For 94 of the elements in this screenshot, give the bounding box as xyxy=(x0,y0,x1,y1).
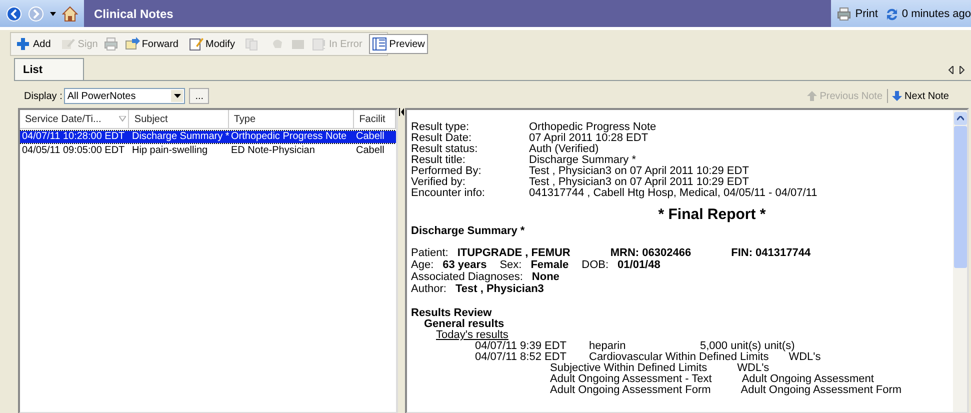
field-value: Female xyxy=(530,260,569,272)
home-icon[interactable] xyxy=(62,6,78,22)
field-value: Test , Physician3 on 07 April 2011 10:29 EDT xyxy=(529,166,749,177)
field-label: Result type: xyxy=(411,122,470,133)
section-heading: General results xyxy=(424,319,506,330)
field-label: Sex: xyxy=(500,260,522,272)
toolbar-button[interactable]: Preview xyxy=(369,34,428,54)
column-header[interactable]: Service Date/Ti... xyxy=(20,110,130,128)
field-label: Result Date: xyxy=(411,133,473,144)
sort-icon xyxy=(119,116,126,122)
envelope-arrow-icon xyxy=(124,37,140,51)
result-name: Subjective Within Defined Limits xyxy=(550,363,708,374)
scrollbar-thumb[interactable] xyxy=(954,126,966,268)
table-cell-text: Cabell xyxy=(355,145,386,157)
result-value: 5,000 unit(s) unit(s) xyxy=(700,341,795,352)
field-value: 63 years xyxy=(442,260,487,272)
field-label: Verified by: xyxy=(411,177,466,188)
report-title: * Final Report * xyxy=(657,207,767,223)
pen-icon xyxy=(60,37,76,51)
field-label: Age: xyxy=(411,260,434,272)
field-value: Orthopedic Progress Note xyxy=(529,122,656,133)
caret-icon xyxy=(956,116,964,121)
table-cell-text: 04/07/11 10:28:00 EDT xyxy=(21,131,126,143)
column-header[interactable]: Type xyxy=(228,110,354,128)
field-label: Patient: xyxy=(411,248,448,260)
result-value: WDL's xyxy=(788,352,821,363)
result-name: heparin xyxy=(589,341,627,352)
display-label: Display : xyxy=(24,90,62,102)
field-value: Discharge Summary * xyxy=(529,155,636,166)
panel-icon xyxy=(290,37,306,51)
printer-icon xyxy=(104,37,119,51)
table-cell-text: Cabell xyxy=(355,131,386,143)
table-row[interactable]: 04/07/11 10:28:00 EDT Discharge Summary * Orthopedic Progress Note Cabell xyxy=(20,131,396,143)
scroll-right-icon[interactable] xyxy=(959,66,965,74)
field-label: Performed By: xyxy=(411,166,482,177)
caret-icon xyxy=(174,94,181,98)
result-value: Adult Ongoing Assessment xyxy=(742,374,874,385)
columns-icon xyxy=(372,37,388,51)
scroll-up-button[interactable] xyxy=(954,112,966,125)
field-label: Result status: xyxy=(411,144,479,155)
next-note-button[interactable]: Next Note xyxy=(892,90,949,102)
window-title: Clinical Notes xyxy=(94,6,174,20)
dropdown-caret-icon[interactable] xyxy=(50,12,56,16)
field-label: Author: xyxy=(411,284,446,296)
column-header[interactable]: Facilit xyxy=(354,110,396,128)
field-value: Test , Physician3 on 07 April 2011 10:29 EDT xyxy=(529,177,749,188)
table-cell-text: Discharge Summary * xyxy=(131,131,229,143)
printer-icon xyxy=(837,6,852,20)
field-label: Result title: xyxy=(411,155,466,166)
field-value: 01/01/48 xyxy=(618,260,660,272)
column-header[interactable]: Subject xyxy=(129,110,229,128)
result-value: Adult Ongoing Assessment Form xyxy=(740,385,902,396)
result-name: Adult Ongoing Assessment Form xyxy=(550,385,711,396)
field-value: 07 April 2011 10:28 EDT xyxy=(529,133,648,144)
print-button[interactable]: Print xyxy=(837,6,878,20)
tab[interactable]: List xyxy=(14,58,84,80)
down-arrow-icon xyxy=(892,91,902,101)
result-name: Cardiovascular Within Defined Limits xyxy=(589,352,769,363)
field-label: Associated Diagnoses: xyxy=(411,272,523,284)
table-cell-text: Hip pain-swelling xyxy=(131,145,209,157)
table-cell-text: ED Note-Physician xyxy=(230,145,316,157)
field-value: ITUPGRADE , FEMUR xyxy=(457,248,570,260)
toolbar-button[interactable]: Forward xyxy=(122,34,182,54)
field-value: Test , Physician3 xyxy=(455,284,544,296)
field-value: Auth (Verified) xyxy=(529,144,599,155)
toolbar-button[interactable]: Add xyxy=(13,34,54,54)
results-link[interactable]: Today's results xyxy=(436,330,508,341)
field-value: None xyxy=(532,272,560,284)
result-date: 04/07/11 8:52 EDT xyxy=(475,352,568,363)
pages-icon xyxy=(244,37,260,51)
field-value: MRN: 06302466 xyxy=(610,248,692,260)
collapse-icon[interactable] xyxy=(398,108,404,116)
table-cell-text: 04/05/11 09:05:00 EDT xyxy=(21,145,126,157)
toolbar-button[interactable]: Modify xyxy=(186,34,238,54)
table-cell-text: Orthopedic Progress Note xyxy=(230,131,348,143)
up-arrow-icon xyxy=(806,91,817,101)
field-value: FIN: 041317744 xyxy=(731,248,811,260)
result-value: WDL's xyxy=(737,363,770,374)
field-value: 041317744 , Cabell Htg Hosp, Medical, 04/05/11 - 04/07/11 xyxy=(529,188,818,199)
more-button[interactable]: ... xyxy=(189,88,210,104)
result-date: 04/07/11 9:39 EDT xyxy=(475,341,568,352)
section-heading: Results Review xyxy=(411,308,493,319)
field-label: DOB: xyxy=(582,260,609,272)
display-dropdown[interactable]: All PowerNotes xyxy=(64,88,186,104)
result-name: Adult Ongoing Assessment - Text xyxy=(550,374,712,385)
document-pencil-icon xyxy=(188,37,204,51)
refresh-button[interactable]: 0 minutes ago xyxy=(884,6,971,20)
table-row[interactable]: 04/05/11 09:05:00 EDT Hip pain-swelling ED Note-Physician Cabell xyxy=(20,145,396,157)
field-label: Encounter info: xyxy=(411,188,486,199)
scroll-left-icon[interactable] xyxy=(948,66,954,74)
back-icon[interactable] xyxy=(6,6,22,22)
document-error-icon xyxy=(312,37,327,51)
plus-icon xyxy=(16,37,31,51)
document-title: Discharge Summary * xyxy=(411,226,526,237)
